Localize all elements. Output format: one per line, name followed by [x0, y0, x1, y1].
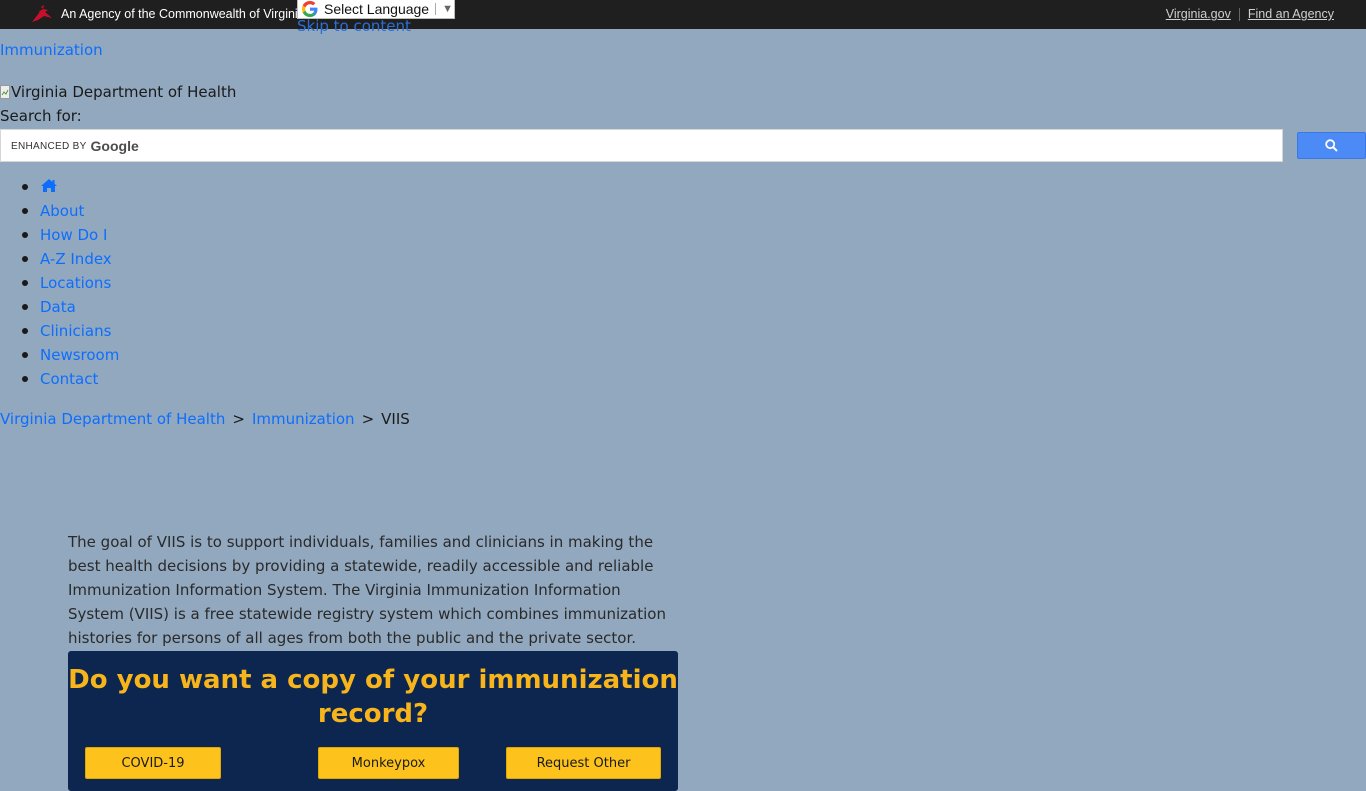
- virginia-gov-link[interactable]: Virginia.gov: [1166, 7, 1231, 21]
- nav-item-how-do-i[interactable]: How Do I: [21, 223, 119, 247]
- divider: [435, 3, 437, 15]
- nav-item-about[interactable]: About: [21, 199, 119, 223]
- breadcrumb-separator: >: [232, 410, 245, 428]
- nav-item-data[interactable]: Data: [21, 295, 119, 319]
- search-button[interactable]: [1297, 132, 1366, 159]
- search-box: ENHANCED BY Google: [0, 129, 1283, 162]
- nav-item-home[interactable]: [21, 175, 119, 199]
- nav-link-how-do-i[interactable]: How Do I: [40, 226, 107, 244]
- nav-item-newsroom[interactable]: Newsroom: [21, 343, 119, 367]
- home-icon: [41, 179, 57, 192]
- breadcrumb-separator: >: [361, 410, 375, 428]
- home-link[interactable]: [40, 178, 58, 196]
- nav-link-about[interactable]: About: [40, 202, 84, 220]
- breadcrumb-item-vdh[interactable]: Virginia Department of Health: [0, 410, 225, 428]
- nav-link-contact[interactable]: Contact: [40, 370, 98, 388]
- request-other-button[interactable]: Request Other: [506, 747, 661, 779]
- find-agency-link[interactable]: Find an Agency: [1248, 7, 1334, 21]
- breadcrumb: Virginia Department of Health > Immuniza…: [0, 410, 410, 428]
- monkeypox-button[interactable]: Monkeypox: [318, 747, 459, 779]
- nav-item-locations[interactable]: Locations: [21, 271, 119, 295]
- google-g-icon: [302, 1, 318, 17]
- divider: [1238, 7, 1240, 21]
- vdh-logo[interactable]: Virginia Department of Health: [0, 83, 236, 101]
- covid-19-button[interactable]: COVID-19: [85, 747, 221, 779]
- breadcrumb-item-immunization[interactable]: Immunization: [252, 410, 355, 428]
- virginia-cardinal-logo-icon: [32, 5, 52, 22]
- agency-banner[interactable]: An Agency of the Commonwealth of Virgini…: [30, 4, 305, 24]
- breadcrumb-current: VIIS: [381, 410, 410, 428]
- agency-text: An Agency of the Commonwealth of Virgini…: [61, 7, 305, 21]
- search-label: Search for:: [0, 107, 82, 125]
- immunization-record-panel: Do you want a copy of your immunization …: [68, 651, 678, 791]
- broken-image-icon: [0, 85, 10, 99]
- enhanced-by-text: ENHANCED BY: [11, 140, 87, 152]
- language-select-label: Select Language: [324, 1, 430, 17]
- nav-link-clinicians[interactable]: Clinicians: [40, 322, 111, 340]
- dropdown-arrow-icon: ▼: [442, 3, 453, 15]
- nav-item-contact[interactable]: Contact: [21, 367, 119, 391]
- nav-link-newsroom[interactable]: Newsroom: [40, 346, 119, 364]
- logo-alt-text: Virginia Department of Health: [11, 83, 237, 101]
- top-links: Virginia.gov Find an Agency: [1166, 7, 1334, 21]
- search-icon: [1325, 139, 1338, 152]
- google-wordmark: Google: [90, 138, 139, 154]
- agency-bar: An Agency of the Commonwealth of Virgini…: [0, 0, 1366, 29]
- main-nav: About How Do I A-Z Index Locations Data …: [0, 175, 119, 391]
- skip-to-content-link[interactable]: Skip to content: [297, 17, 411, 35]
- nav-link-a-z-index[interactable]: A-Z Index: [40, 250, 112, 268]
- search-input[interactable]: [141, 134, 1271, 158]
- site-title-link[interactable]: Immunization: [0, 41, 103, 59]
- enhanced-by-google: ENHANCED BY Google: [11, 138, 139, 154]
- nav-link-locations[interactable]: Locations: [40, 274, 111, 292]
- cta-heading: Do you want a copy of your immunization …: [68, 665, 678, 729]
- nav-item-a-z-index[interactable]: A-Z Index: [21, 247, 119, 271]
- intro-paragraph: The goal of VIIS is to support individua…: [68, 533, 666, 647]
- nav-item-clinicians[interactable]: Clinicians: [21, 319, 119, 343]
- nav-link-data[interactable]: Data: [40, 298, 76, 316]
